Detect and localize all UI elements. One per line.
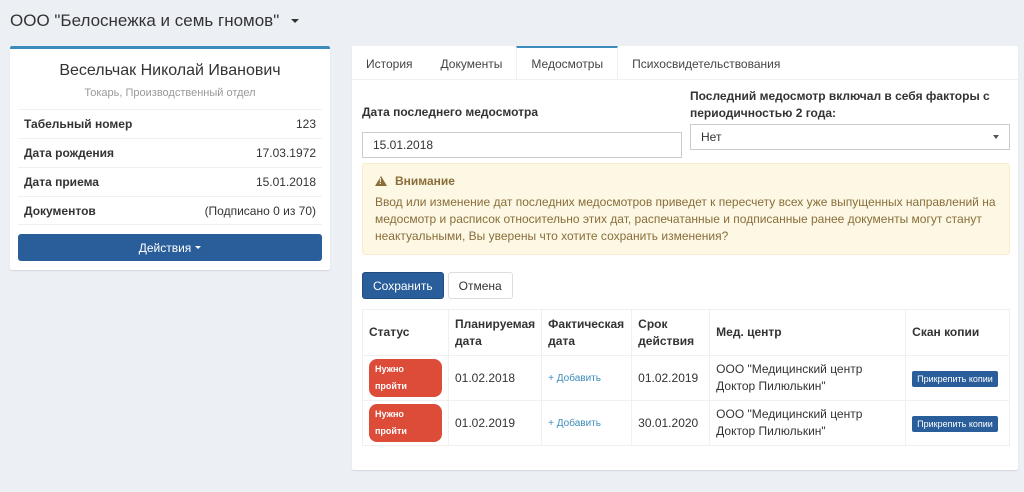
factors-label: Последний медосмотр включал в себя факто… bbox=[690, 89, 990, 120]
factors-select[interactable]: Нет bbox=[690, 124, 1010, 150]
profile-row-value: (Подписано 0 из 70) bbox=[204, 203, 316, 218]
add-actual-date-link[interactable]: + Добавить bbox=[548, 418, 601, 429]
profile-row-label: Табельный номер bbox=[24, 117, 133, 131]
table-header-row: Статус Планируемая дата Фактическая дата… bbox=[362, 309, 1010, 356]
employee-profile-card: Весельчак Николай Иванович Токарь, Произ… bbox=[10, 46, 330, 270]
status-badge: Нужно пройти bbox=[369, 404, 442, 442]
actions-button[interactable]: Действия bbox=[18, 234, 322, 261]
scan-cell: Прикрепить копии bbox=[905, 400, 1010, 446]
factors-field: Последний медосмотр включал в себя факто… bbox=[690, 88, 1010, 150]
profile-row-label: Дата рождения bbox=[24, 146, 115, 160]
last-exam-field: Дата последнего медосмотра bbox=[362, 88, 682, 158]
validity-cell: 30.01.2020 bbox=[631, 400, 711, 446]
column-header: Планируемая дата bbox=[447, 309, 543, 356]
warning-alert: Внимание Ввод или изменение дат последни… bbox=[362, 163, 1010, 255]
alert-title-row: Внимание bbox=[375, 174, 997, 188]
scan-cell: Прикрепить копии bbox=[905, 355, 1010, 401]
table-row: Нужно пройти 01.02.2019 + Добавить 30.01… bbox=[362, 400, 1010, 446]
tab-medical-exams[interactable]: Медосмотры bbox=[516, 46, 619, 79]
profile-row-label: Документов bbox=[24, 203, 96, 218]
column-header: Фактическая дата bbox=[541, 309, 633, 356]
profile-row-value: 15.01.2018 bbox=[255, 175, 316, 189]
medical-center-cell: ООО "Медицинский центр Доктор Пилюлькин" bbox=[709, 400, 907, 446]
last-exam-date-input[interactable] bbox=[362, 132, 682, 158]
exam-form: Дата последнего медосмотра Последний мед… bbox=[362, 88, 1010, 158]
status-badge: Нужно пройти bbox=[369, 359, 442, 397]
column-header: Статус bbox=[362, 309, 449, 356]
tab-documents[interactable]: Документы bbox=[427, 46, 517, 79]
actual-date-cell: + Добавить bbox=[541, 400, 633, 446]
profile-row-value: 17.03.1972 bbox=[255, 146, 316, 160]
profile-details-list: Табельный номер 123 Дата рождения 17.03.… bbox=[18, 109, 322, 225]
actual-date-cell: + Добавить bbox=[541, 355, 633, 401]
column-header: Скан копии bbox=[905, 309, 1010, 356]
profile-row-tab-number: Табельный номер 123 bbox=[18, 109, 322, 138]
chevron-down-icon bbox=[993, 135, 999, 139]
attach-copies-button[interactable]: Прикрепить копии bbox=[912, 370, 998, 387]
table-row: Нужно пройти 01.02.2018 + Добавить 01.02… bbox=[362, 355, 1010, 401]
attach-copies-button[interactable]: Прикрепить копии bbox=[912, 415, 998, 432]
add-actual-date-link[interactable]: + Добавить bbox=[548, 373, 601, 384]
tab-bar: История Документы Медосмотры Психосвидет… bbox=[352, 46, 1018, 80]
form-buttons: Сохранить Отмена bbox=[362, 272, 513, 299]
caret-down-icon bbox=[195, 246, 202, 249]
validity-cell: 01.02.2019 bbox=[631, 355, 711, 401]
alert-title: Внимание bbox=[395, 174, 455, 188]
profile-row-value: 123 bbox=[295, 117, 316, 131]
employee-name: Весельчак Николай Иванович bbox=[59, 62, 281, 79]
planned-date-cell: 01.02.2018 bbox=[447, 355, 543, 401]
profile-row-hire-date: Дата приема 15.01.2018 bbox=[18, 167, 322, 196]
caret-down-icon bbox=[291, 19, 300, 23]
actions-button-label: Действия bbox=[138, 240, 192, 255]
last-exam-label: Дата последнего медосмотра bbox=[362, 105, 539, 119]
tab-psych-certificates[interactable]: Психосвидетельствования bbox=[618, 46, 794, 79]
status-cell: Нужно пройти bbox=[362, 400, 449, 446]
column-header: Мед. центр bbox=[709, 309, 907, 356]
cancel-button[interactable]: Отмена bbox=[447, 272, 513, 299]
profile-row-documents: Документов (Подписано 0 из 70) bbox=[18, 196, 322, 225]
profile-row-birth-date: Дата рождения 17.03.1972 bbox=[18, 138, 322, 167]
warning-icon bbox=[375, 176, 387, 186]
profile-row-label: Дата приема bbox=[24, 175, 99, 189]
tab-history[interactable]: История bbox=[352, 46, 427, 79]
save-button[interactable]: Сохранить bbox=[362, 272, 444, 299]
status-cell: Нужно пройти bbox=[362, 355, 449, 401]
planned-date-cell: 01.02.2019 bbox=[447, 400, 543, 446]
org-selector[interactable]: ООО "Белоснежка и семь гномов" bbox=[10, 11, 300, 31]
org-name: ООО "Белоснежка и семь гномов" bbox=[10, 11, 280, 30]
factors-select-value: Нет bbox=[701, 130, 722, 144]
medical-center-cell: ООО "Медицинский центр Доктор Пилюлькин" bbox=[709, 355, 907, 401]
alert-text: Ввод или изменение дат последних медосмо… bbox=[375, 195, 996, 243]
medical-exams-panel: История Документы Медосмотры Психосвидет… bbox=[352, 46, 1018, 470]
exams-table: Статус Планируемая дата Фактическая дата… bbox=[362, 309, 1010, 446]
column-header: Срок действия bbox=[631, 309, 711, 356]
employee-position: Токарь, Производственный отдел bbox=[84, 87, 256, 99]
